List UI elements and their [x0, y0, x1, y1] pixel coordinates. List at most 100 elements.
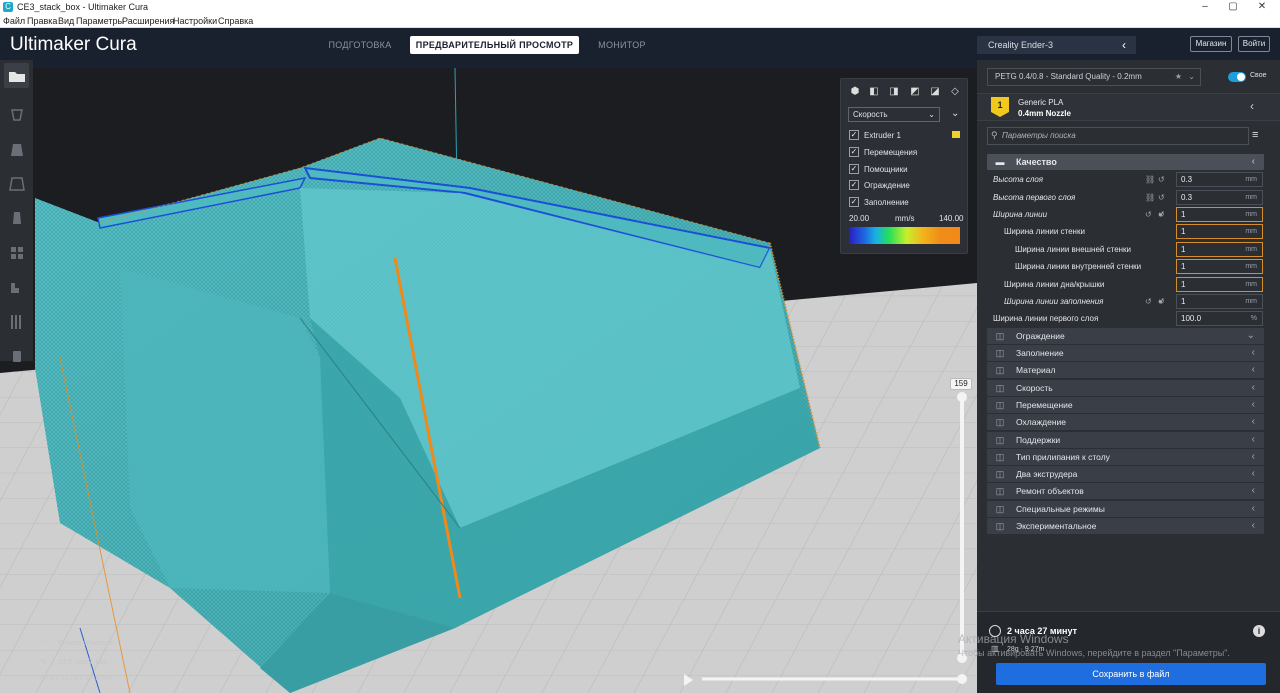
category-row[interactable]: ◫ Ограждение ⌄ [987, 327, 1264, 344]
setting-input[interactable]: 1 mm [1176, 224, 1263, 240]
info-icon[interactable]: ● [1158, 293, 1163, 310]
layer-slider[interactable] [957, 389, 967, 663]
view-top-icon[interactable] [4, 171, 29, 196]
profile-selector[interactable]: PETG 0.4/0.8 - Standard Quality - 0.2mm … [987, 68, 1201, 86]
category-row[interactable]: ◫ Скорость ‹ [987, 379, 1264, 396]
chevron-up-icon[interactable]: ˄ [41, 638, 45, 645]
category-row[interactable]: ◫ Заполнение ‹ [987, 345, 1264, 362]
custom-mode-toggle[interactable] [1228, 72, 1246, 82]
setting-input[interactable]: 1 mm [1176, 207, 1263, 223]
category-row[interactable]: ◫ Два экструдера ‹ [987, 466, 1264, 483]
layflat-icon[interactable] [4, 274, 29, 299]
reset-icon[interactable]: ↺ [1145, 293, 1152, 310]
category-quality[interactable]: ▬ Качество ‹ [987, 154, 1264, 170]
view-left-icon[interactable] [4, 205, 29, 230]
menu-settings[interactable]: Параметры [76, 16, 124, 26]
view-3d-icon[interactable] [4, 102, 29, 127]
legend-min: 20.00 [849, 214, 870, 223]
chevron-left-icon: ‹ [1251, 416, 1255, 428]
maximize-icon[interactable]: ▢ [1218, 1, 1248, 12]
reset-icon[interactable]: ↺ [1145, 206, 1152, 223]
reset-icon[interactable]: ↺ [1158, 171, 1165, 188]
view-right-icon[interactable] [4, 240, 29, 265]
color-scheme-dropdown[interactable]: Скорость ⌄ [848, 107, 940, 122]
layer-slider-top-handle[interactable] [957, 392, 967, 402]
category-row[interactable]: ◫ Экспериментальное ‹ [987, 518, 1264, 535]
reset-icon[interactable]: ↺ [1158, 189, 1165, 206]
view-front-icon[interactable] [4, 137, 29, 162]
extruder-checkbox[interactable]: ✓ [849, 130, 859, 140]
printer-selector[interactable]: Creality Ender-3 ‹ [977, 36, 1136, 54]
object-name: CE3_stack_box [58, 659, 108, 666]
view-front-cube-icon[interactable]: ◧ [868, 86, 880, 98]
quality-settings: Высота слоя ⛓ ↺ 0.3 mm Высота первого слоя ⛓ ↺ 0… [987, 171, 1264, 328]
setting-label: Ширина линии дна/крышки [1004, 279, 1105, 289]
login-button[interactable]: Войти [1238, 36, 1270, 52]
menu-edit[interactable]: Правка [27, 16, 57, 26]
close-icon[interactable]: ✕ [1247, 1, 1277, 12]
tab-monitor[interactable]: МОНИТОР [588, 36, 656, 54]
setting-input[interactable]: 0.3 mm [1176, 189, 1263, 205]
viewport-3d[interactable] [0, 68, 977, 693]
legend-unit: mm/s [895, 214, 915, 223]
setting-unit: mm [1245, 228, 1257, 236]
open-file-icon[interactable] [4, 63, 29, 88]
view-left-cube-icon[interactable]: ◩ [909, 86, 921, 98]
star-icon[interactable]: ★ [1175, 69, 1182, 85]
categories: ◫ Ограждение ⌄ ◫ Заполнение ‹ ◫ Материал ‹ ◫ Скоро… [987, 327, 1264, 535]
category-row[interactable]: ◫ Перемещение ‹ [987, 397, 1264, 413]
collapse-chevron-icon[interactable]: ⌄ [951, 108, 959, 119]
layer-slider-track[interactable] [960, 397, 964, 659]
setting-label: Ширина линии [993, 210, 1048, 220]
info-icon[interactable]: i [1253, 625, 1265, 637]
category-row[interactable]: ◫ Охлаждение ‹ [987, 414, 1264, 431]
info-icon[interactable]: ● [1158, 206, 1163, 223]
setting-unit: % [1250, 315, 1257, 323]
setting-input[interactable]: 100.0% [1176, 311, 1263, 327]
save-to-file-button[interactable]: Сохранить в файл [996, 663, 1266, 685]
category-row[interactable]: ◫ Поддержки ‹ [987, 431, 1264, 448]
menu-file[interactable]: Файл [3, 16, 25, 26]
chevron-down-icon: ⌄ [1188, 72, 1195, 81]
category-row[interactable]: ◫ Ремонт объектов ‹ [987, 483, 1264, 500]
menu-icon[interactable]: ≡ [1252, 129, 1258, 141]
menu-view[interactable]: Вид [58, 16, 74, 26]
experimental-icon: ◫ [995, 521, 1005, 532]
object-list-header[interactable]: Список объектов [58, 640, 113, 647]
tab-prepare[interactable]: ПОДГОТОВКА [320, 36, 400, 54]
view-3d-cube-icon[interactable]: ⬢ [849, 86, 861, 98]
setting-row: Ширина линии заполнения ↺ ↺ ● 1 mm [987, 293, 1264, 310]
pencil-icon[interactable]: ✎ [41, 658, 47, 666]
category-row[interactable]: ◫ Специальные режимы ‹ [987, 500, 1264, 517]
minimize-icon[interactable]: – [1190, 1, 1220, 12]
chevron-left-icon: ‹ [1251, 381, 1255, 393]
setting-input[interactable]: 1 mm [1176, 276, 1263, 292]
extruder-badge-icon: 1 [991, 97, 1009, 117]
view-right-cube-icon[interactable]: ◪ [929, 86, 941, 98]
chevron-down-icon: ⌄ [1246, 329, 1255, 341]
settings-search-input[interactable]: Параметры поиска [987, 127, 1249, 145]
shell-checkbox[interactable]: ✓ [849, 180, 859, 190]
eye-icon[interactable]: ◇ [949, 86, 961, 98]
setting-input[interactable]: 1 mm [1176, 241, 1263, 257]
setting-input[interactable]: 1 mm [1176, 294, 1263, 310]
menu-preferences[interactable]: Настройки [173, 16, 217, 26]
setting-input[interactable]: 1 mm [1176, 259, 1263, 275]
travels-checkbox[interactable]: ✓ [849, 147, 859, 157]
tab-preview[interactable]: ПРЕДВАРИТЕЛЬНЫЙ ПРОСМОТР [410, 36, 579, 54]
per-model-settings-icon[interactable] [4, 343, 29, 368]
path-slider-handle[interactable] [957, 674, 967, 684]
view-top-cube-icon[interactable]: ◨ [888, 86, 900, 98]
extruder-tab[interactable]: 1 Generic PLA 0.4mm Nozzle ‹ [977, 93, 1280, 121]
helpers-checkbox[interactable]: ✓ [849, 164, 859, 174]
category-row[interactable]: ◫ Материал ‹ [987, 362, 1264, 379]
menu-help[interactable]: Справка [218, 16, 253, 26]
setting-input[interactable]: 0.3 mm [1176, 172, 1263, 188]
category-row[interactable]: ◫ Тип прилипания к столу ‹ [987, 448, 1264, 465]
marketplace-button[interactable]: Магазин [1190, 36, 1232, 52]
setting-row: Ширина линии ↺ ↺ ● 1 mm [987, 206, 1264, 223]
infill-checkbox[interactable]: ✓ [849, 197, 859, 207]
menu-extensions[interactable]: Расширения [122, 16, 174, 26]
collapse-panel-icon[interactable]: ‹ [1250, 99, 1254, 113]
support-blocker-icon[interactable] [4, 309, 29, 334]
